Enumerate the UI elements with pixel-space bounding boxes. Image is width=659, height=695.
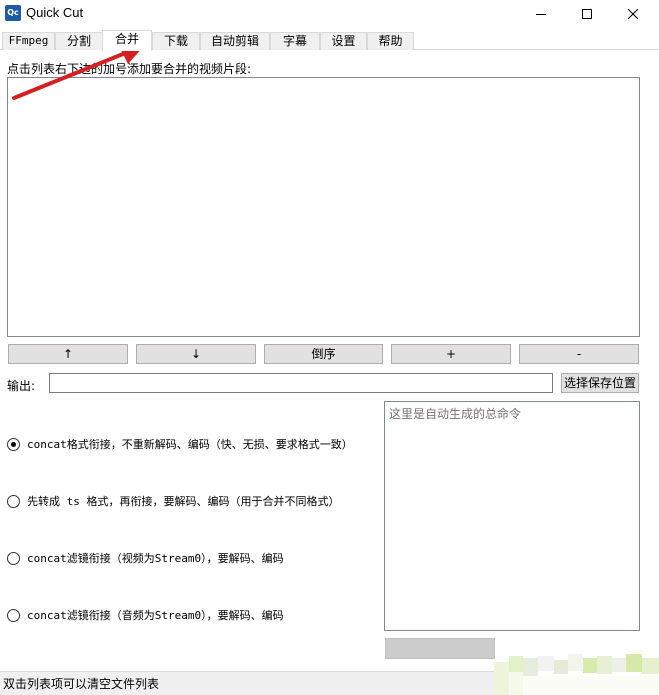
status-bar: 双击列表项可以清空文件列表 bbox=[0, 671, 494, 695]
option-ts-convert[interactable]: 先转成 ts 格式，再衔接，要解码、编码（用于合并不同格式） bbox=[7, 493, 340, 509]
option-concat-filter-audio[interactable]: concat滤镜衔接（音频为Stream0），要解码、编码 bbox=[7, 607, 284, 623]
maximize-icon bbox=[582, 9, 592, 19]
tab-help[interactable]: 帮助 bbox=[367, 32, 414, 50]
tab-settings[interactable]: 设置 bbox=[320, 32, 367, 50]
maximize-button[interactable] bbox=[564, 0, 610, 28]
option-concat-filter-audio-label: concat滤镜衔接（音频为Stream0），要解码、编码 bbox=[27, 609, 284, 622]
close-button[interactable] bbox=[610, 0, 656, 28]
tab-subtitle[interactable]: 字幕 bbox=[270, 32, 320, 50]
tab-auto-edit[interactable]: 自动剪辑 bbox=[200, 32, 270, 50]
option-concat-format[interactable]: concat格式衔接，不重新解码、编码（快、无损、要求格式一致） bbox=[7, 436, 353, 452]
reverse-button[interactable]: 倒序 bbox=[264, 344, 383, 364]
move-down-button[interactable]: ↓ bbox=[136, 344, 256, 364]
tab-download[interactable]: 下载 bbox=[152, 32, 200, 50]
tab-split[interactable]: 分割 bbox=[55, 32, 103, 50]
remove-button[interactable]: - bbox=[519, 344, 639, 364]
window-title: Quick Cut bbox=[26, 5, 84, 20]
tab-bar: FFmpeg 分割 合并 下载 自动剪辑 字幕 设置 帮助 bbox=[0, 30, 659, 51]
video-file-list[interactable] bbox=[7, 77, 640, 337]
option-ts-convert-label: 先转成 ts 格式，再衔接，要解码、编码（用于合并不同格式） bbox=[27, 495, 340, 508]
radio-concat-format[interactable] bbox=[7, 437, 20, 451]
title-bar: Qc Quick Cut bbox=[0, 0, 659, 28]
tab-ffmpeg[interactable]: FFmpeg bbox=[2, 32, 55, 50]
radio-ts-convert[interactable] bbox=[7, 494, 20, 508]
minimize-button[interactable] bbox=[518, 0, 564, 28]
option-concat-format-label: concat格式衔接，不重新解码、编码（快、无损、要求格式一致） bbox=[27, 438, 353, 451]
run-button[interactable] bbox=[385, 638, 495, 659]
option-concat-filter-video-label: concat滤镜衔接（视频为Stream0），要解码、编码 bbox=[27, 552, 284, 565]
app-icon: Qc bbox=[5, 5, 21, 21]
watermark-mosaic bbox=[494, 648, 659, 695]
output-label: 输出: bbox=[7, 379, 36, 393]
option-concat-filter-video[interactable]: concat滤镜衔接（视频为Stream0），要解码、编码 bbox=[7, 550, 284, 566]
minimize-icon bbox=[536, 14, 546, 15]
merge-hint: 点击列表右下边的加号添加要合并的视频片段: bbox=[7, 62, 252, 76]
close-icon bbox=[628, 9, 638, 19]
tab-merge[interactable]: 合并 bbox=[102, 30, 152, 51]
move-up-button[interactable]: ↑ bbox=[8, 344, 128, 364]
radio-concat-filter-video[interactable] bbox=[7, 551, 20, 565]
output-path-input[interactable] bbox=[49, 373, 553, 393]
choose-save-location-button[interactable]: 选择保存位置 bbox=[561, 373, 639, 393]
add-button[interactable]: + bbox=[391, 344, 511, 364]
command-textarea[interactable] bbox=[384, 401, 640, 631]
radio-concat-filter-audio[interactable] bbox=[7, 608, 20, 622]
